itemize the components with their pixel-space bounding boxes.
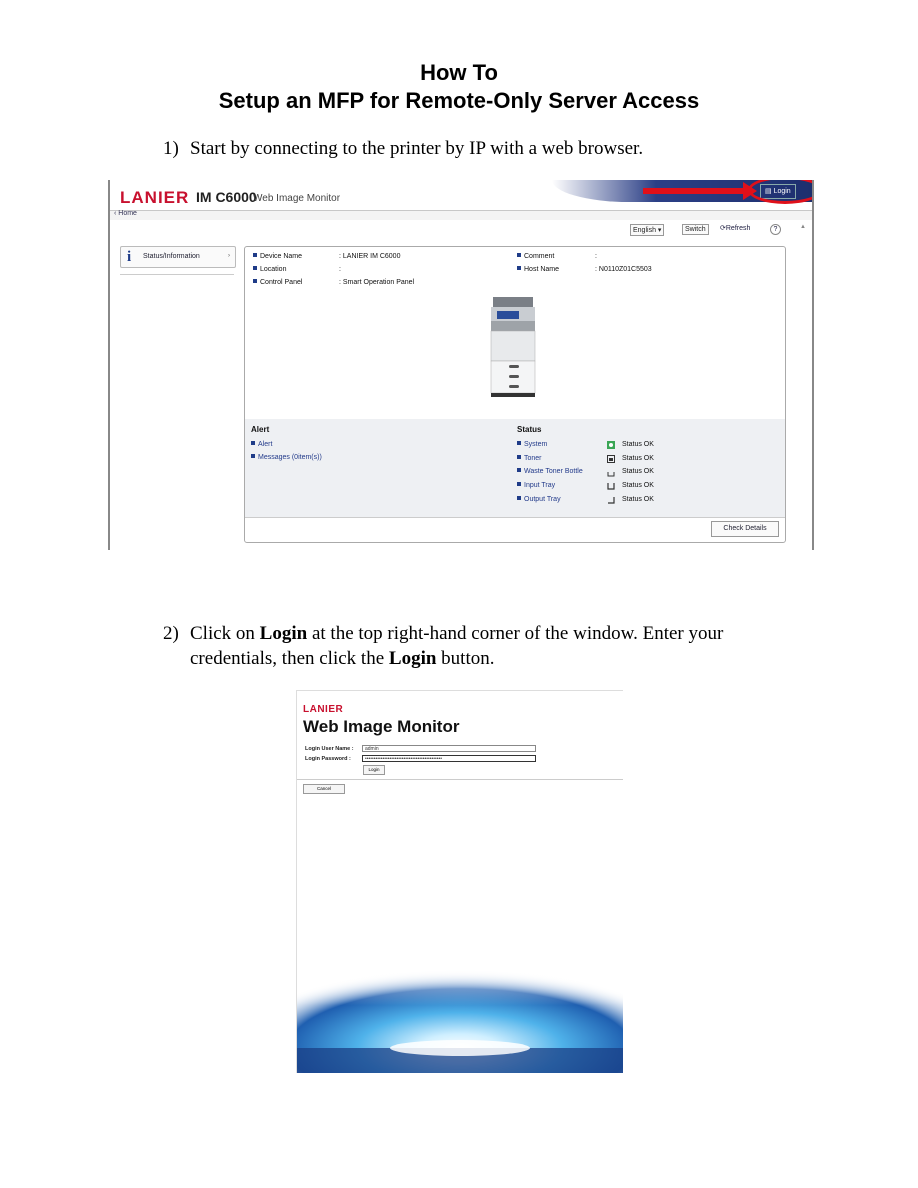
host-name-label: Host Name — [517, 263, 559, 276]
red-arrow-shaft — [643, 188, 751, 194]
brand-logo: LANIER — [120, 188, 190, 207]
alert-link[interactable]: Alert — [251, 441, 272, 448]
host-name-value: : N0110Z01C5503 — [595, 266, 652, 273]
login-user-name-label: Login User Name : — [305, 746, 354, 752]
login-page-title: Web Image Monitor — [303, 717, 460, 736]
login-password-label: Login Password : — [305, 756, 351, 762]
status-toner-link[interactable]: Toner — [517, 455, 542, 462]
toner-icon — [607, 455, 615, 463]
status-toner-value: Status OK — [622, 455, 654, 462]
sidebar-divider — [120, 274, 234, 275]
doc-title-line1: How To — [420, 60, 498, 85]
status-output-tray-link[interactable]: Output Tray — [517, 496, 561, 503]
language-value: English — [633, 227, 656, 234]
app-name: Web Image Monitor — [253, 193, 341, 204]
device-info-values: : LANIER IM C6000 : : Smart Operation Pa… — [339, 250, 414, 289]
status-title: Status — [517, 425, 542, 434]
brand-logo: LANIER — [303, 704, 344, 715]
refresh-label: Refresh — [725, 225, 751, 232]
help-icon[interactable]: ? — [770, 224, 781, 235]
location-value: : — [339, 266, 341, 273]
login-user-name-input[interactable]: admin — [362, 745, 536, 752]
output-tray-icon — [608, 497, 615, 504]
refresh-button[interactable]: ⟳Refresh — [720, 224, 750, 232]
sidebar-item-status-information[interactable]: i Status/Information › — [120, 246, 236, 268]
chevron-right-icon: › — [228, 253, 230, 259]
comment-value: : — [595, 253, 597, 260]
chevron-down-icon: ▾ — [655, 227, 662, 234]
control-panel-value: : Smart Operation Panel — [339, 279, 415, 286]
waste-toner-icon — [607, 472, 615, 477]
device-info-labels: Device Name Location Control Panel — [253, 250, 302, 289]
device-name-label: Device Name — [253, 250, 302, 263]
status-system-link[interactable]: System — [517, 441, 547, 448]
status-input-tray-link[interactable]: Input Tray — [517, 482, 555, 489]
step-1-number: 1) — [163, 138, 179, 159]
nav-bar — [110, 210, 812, 220]
alert-status-area: Alert Alert Messages (0item(s)) Status S… — [245, 419, 785, 517]
step-2-number: 2) — [163, 623, 179, 644]
info-icon: i — [127, 249, 132, 265]
messages-link[interactable]: Messages (0item(s)) — [251, 454, 322, 461]
printer-image — [490, 297, 536, 397]
model-name: IM C6000 — [196, 189, 257, 205]
home-label: Home — [118, 210, 137, 217]
top-border — [297, 690, 623, 691]
status-waste-toner-link[interactable]: Waste Toner Bottle — [517, 468, 583, 475]
switch-button[interactable]: Switch — [682, 224, 709, 235]
system-ok-icon — [607, 441, 615, 449]
input-tray-icon — [607, 483, 615, 490]
sidebar-item-label: Status/Information — [143, 253, 200, 260]
scroll-up-icon[interactable]: ▲ — [800, 224, 806, 230]
cancel-button[interactable]: Cancel — [303, 784, 345, 794]
host-info-labels: Comment Host Name — [517, 250, 559, 276]
login-page-screenshot: LANIER Web Image Monitor Login User Name… — [296, 690, 623, 1073]
status-input-tray-value: Status OK — [622, 482, 654, 489]
check-details-button[interactable]: Check Details — [711, 521, 779, 537]
control-panel-label: Control Panel — [253, 276, 302, 289]
step-2-line1: Click on Login at the top right-hand cor… — [190, 623, 724, 644]
status-output-tray-value: Status OK — [622, 496, 654, 503]
location-label: Location — [253, 263, 302, 276]
language-select[interactable]: English ▾ — [630, 224, 665, 236]
login-submit-button[interactable]: Login — [363, 765, 385, 775]
step-2-line2: credentials, then click the Login button… — [190, 648, 495, 669]
decorative-light-burst — [297, 960, 623, 1073]
status-waste-toner-value: Status OK — [622, 468, 654, 475]
status-system-value: Status OK — [622, 441, 654, 448]
web-image-monitor-screenshot: LANIER IM C6000 Web Image Monitor ▤ Logi… — [108, 180, 814, 550]
login-divider — [297, 779, 623, 780]
alert-title: Alert — [251, 425, 270, 434]
home-link[interactable]: ‹ Home — [114, 210, 137, 217]
status-panel: Device Name Location Control Panel : LAN… — [244, 246, 786, 543]
header: LANIER IM C6000 Web Image Monitor ▤ Logi… — [110, 180, 812, 210]
device-name-value: : LANIER IM C6000 — [339, 253, 401, 260]
panel-footer-divider — [245, 517, 785, 518]
host-info-values: : : N0110Z01C5503 — [595, 250, 652, 276]
login-password-input[interactable]: ••••••••••••••••••••••••••••••••••••••••… — [362, 755, 536, 762]
step-1-text: Start by connecting to the printer by IP… — [190, 138, 644, 159]
doc-title-line2: Setup an MFP for Remote-Only Server Acce… — [218, 88, 700, 113]
comment-label: Comment — [517, 250, 559, 263]
